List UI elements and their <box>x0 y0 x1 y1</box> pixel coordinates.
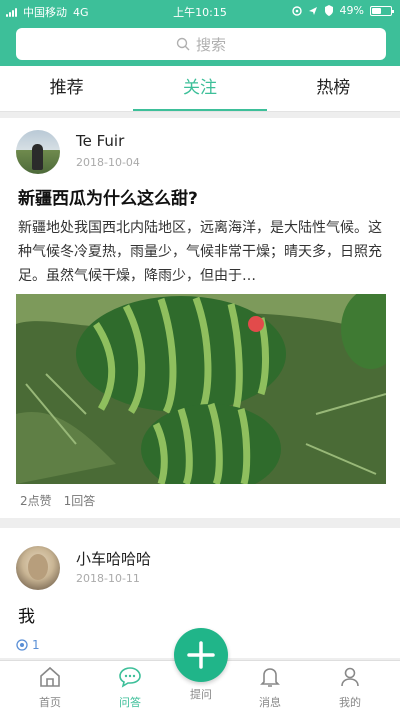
tab-following[interactable]: 关注 <box>133 66 267 111</box>
shield-icon <box>324 5 333 16</box>
avatar[interactable] <box>16 130 60 174</box>
feed-card[interactable]: Te Fuir 2018-10-04 新疆西瓜为什么这么甜? 新疆地处我国西北内… <box>0 118 400 518</box>
question-title[interactable]: 我 <box>18 602 35 627</box>
tab-bar: 推荐 关注 热榜 <box>0 66 400 112</box>
search-placeholder: 搜索 <box>195 35 226 54</box>
battery-percent: 49% <box>339 4 364 17</box>
status-bar: 中国移动 4G 上午10:15 49% <box>0 0 400 22</box>
app-header: 中国移动 4G 上午10:15 49% 搜索 <box>0 0 400 66</box>
post-date: 2018-10-04 <box>76 156 140 169</box>
author-name[interactable]: 小车哈哈哈 <box>76 548 151 569</box>
like-count[interactable]: 2点赞 <box>20 492 52 509</box>
home-icon <box>40 666 60 687</box>
nav-messages-label: 消息 <box>259 696 281 709</box>
battery-icon <box>370 5 394 16</box>
search-input[interactable]: 搜索 <box>16 28 386 60</box>
chat-icon <box>119 667 141 688</box>
nav-ask-label: 提问 <box>190 688 212 701</box>
nav-home-label: 首页 <box>39 696 61 709</box>
navigation-icon <box>308 6 317 15</box>
nav-qa-label: 问答 <box>119 696 141 709</box>
answer-count[interactable]: 1回答 <box>64 492 96 509</box>
nav-me[interactable]: 我的 <box>320 665 380 710</box>
post-date: 2018-10-11 <box>76 572 140 585</box>
tab-hot-list[interactable]: 热榜 <box>267 66 400 111</box>
tab-recommend[interactable]: 推荐 <box>0 66 133 111</box>
follow-count: 1 <box>32 638 40 652</box>
watermelon-photo[interactable] <box>16 294 386 484</box>
search-icon <box>176 37 190 51</box>
follow-indicator[interactable]: 1 <box>16 638 40 652</box>
author-name[interactable]: Te Fuir <box>76 132 124 150</box>
plus-icon <box>187 641 215 669</box>
follow-icon <box>16 639 28 651</box>
watermelon-image <box>16 294 386 484</box>
ask-question-button[interactable] <box>174 628 228 682</box>
nav-me-label: 我的 <box>339 696 361 709</box>
status-right: 49% <box>291 4 394 17</box>
battery-fill <box>372 7 381 14</box>
avatar[interactable] <box>16 546 60 590</box>
answer-excerpt[interactable]: 新疆地处我国西北内陆地区，远离海洋，是大陆性气候。这种气候冬冷夏热，雨量少，气候… <box>18 216 386 288</box>
nav-qa[interactable]: 问答 <box>100 665 160 710</box>
location-icon <box>291 5 302 16</box>
nav-home[interactable]: 首页 <box>20 665 80 710</box>
bell-icon <box>260 668 280 687</box>
nav-messages[interactable]: 消息 <box>240 665 300 710</box>
post-stats: 2点赞 1回答 <box>20 492 95 509</box>
person-icon <box>341 667 359 687</box>
question-title[interactable]: 新疆西瓜为什么这么甜? <box>18 184 198 209</box>
